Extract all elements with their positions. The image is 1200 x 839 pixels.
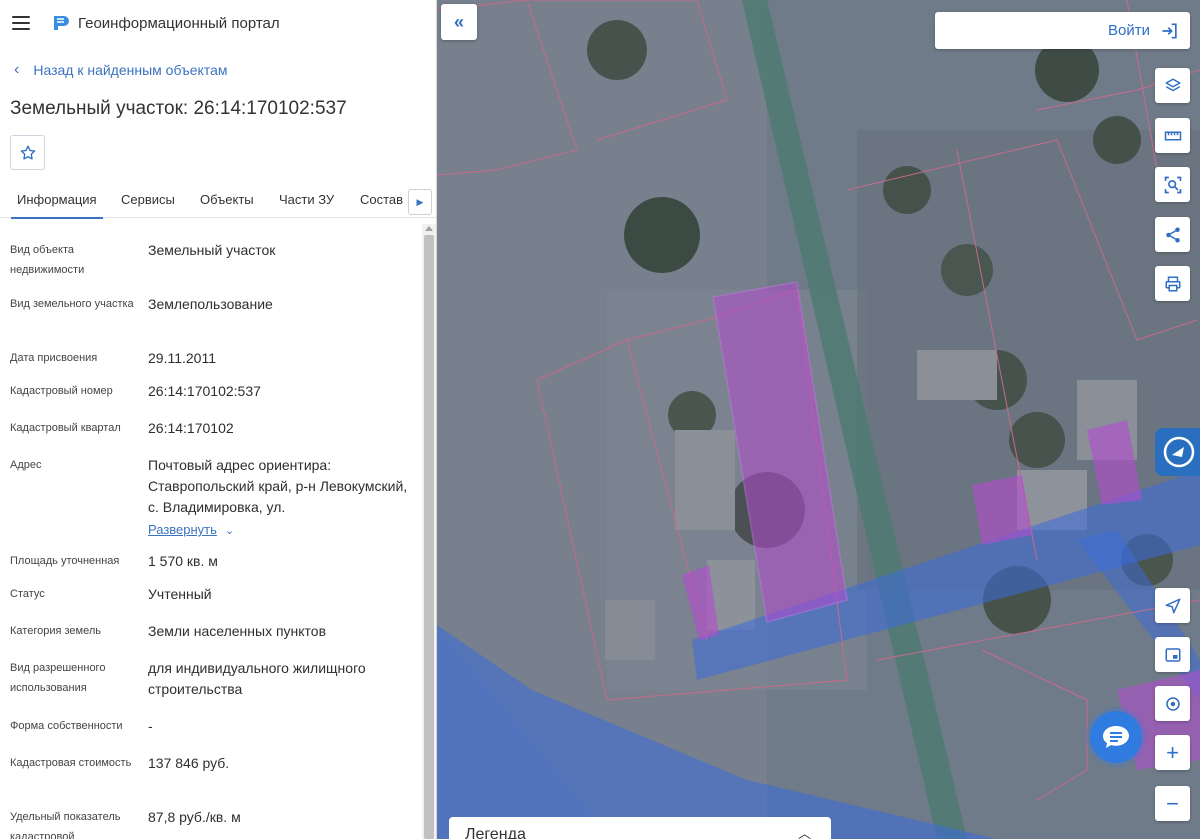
info-label: Дата присвоения: [10, 352, 98, 364]
info-label: Форма собственности: [10, 720, 123, 732]
chat-bubble-logo-icon: [1163, 436, 1195, 468]
favorite-button[interactable]: [10, 135, 45, 170]
info-label: Категория земель: [10, 625, 101, 637]
info-panel: Геоинформационный портал ‹ Назад к найде…: [0, 0, 437, 839]
login-label: Войти: [1108, 22, 1150, 39]
print-icon: [1165, 276, 1180, 291]
info-label: Вид земельного участка: [10, 298, 134, 310]
geolocation-icon: [1165, 696, 1180, 711]
login-button[interactable]: Войти: [935, 12, 1190, 49]
tab-bar: Информация Сервисы Объекты Части ЗУ Сост…: [0, 181, 436, 219]
zoom-in-button[interactable]: +: [1155, 735, 1190, 770]
area-select-icon: [1164, 176, 1181, 193]
satellite-imagery: [437, 0, 1200, 839]
info-value: 137 846 руб.: [148, 755, 230, 771]
ruler-button[interactable]: [1155, 118, 1190, 153]
back-link-label: Назад к найденным объектам: [33, 62, 228, 78]
app-title: Геоинформационный портал: [78, 14, 280, 32]
tab-info[interactable]: Информация: [11, 181, 103, 219]
tab-services[interactable]: Сервисы: [121, 181, 175, 218]
info-list: Вид объекта недвижимости Земельный участ…: [0, 224, 422, 839]
tabs-scroll-right-button[interactable]: ▶: [408, 189, 432, 215]
info-value-address: Почтовый адрес ориентира: Ставропольский…: [148, 455, 410, 542]
star-icon: [20, 145, 35, 160]
locate-arrow-icon: [1165, 598, 1180, 613]
scroll-up-arrow-icon[interactable]: [425, 226, 433, 231]
info-value: -: [148, 718, 153, 734]
share-button[interactable]: [1155, 217, 1190, 252]
legend-label: Легенда: [465, 826, 526, 839]
info-value: 1 570 кв. м: [148, 553, 218, 569]
zoom-out-icon: −: [1166, 790, 1179, 816]
triangle-right-icon: ▶: [416, 196, 424, 207]
tab-composition[interactable]: Состав: [360, 181, 403, 218]
minimap-button[interactable]: [1155, 637, 1190, 672]
zoom-out-button[interactable]: −: [1155, 786, 1190, 821]
locate-arrow-button[interactable]: [1155, 588, 1190, 623]
layers-button[interactable]: [1155, 68, 1190, 103]
ruler-icon: [1164, 131, 1181, 140]
info-label: Кадастровый номер: [10, 385, 113, 397]
info-label: Удельный показатель кадастровой: [10, 811, 121, 839]
side-widget-button[interactable]: [1155, 428, 1200, 476]
print-button[interactable]: [1155, 266, 1190, 301]
chat-icon: [1103, 726, 1129, 748]
layers-icon: [1165, 78, 1180, 91]
scrollbar-thumb[interactable]: [424, 235, 434, 839]
legend-panel[interactable]: Легенда ︿: [449, 817, 831, 839]
chevron-up-icon: ︿: [797, 826, 811, 839]
map-view[interactable]: [437, 0, 1200, 839]
info-label: Площадь уточненная: [10, 555, 120, 567]
geolocation-button[interactable]: [1155, 686, 1190, 721]
collapse-panel-button[interactable]: «: [441, 4, 477, 40]
page-title: Земельный участок: 26:14:170102:537: [10, 98, 347, 119]
menu-icon[interactable]: [12, 16, 30, 30]
info-value: 87,8 руб./кв. м: [148, 809, 241, 825]
tab-parts[interactable]: Части ЗУ: [279, 181, 334, 218]
chevron-down-icon: ⌄: [224, 525, 235, 537]
info-value: 29.11.2011: [148, 350, 216, 366]
login-icon: [1162, 23, 1177, 38]
share-icon: [1165, 227, 1180, 242]
info-value: Землепользование: [148, 296, 273, 312]
info-value: для индивидуального жилищного строительс…: [148, 660, 366, 697]
zoom-in-icon: +: [1166, 739, 1179, 765]
minimap-icon: [1165, 647, 1180, 662]
expand-link[interactable]: Развернуть ⌄: [148, 519, 234, 542]
info-label: Вид разрешенного использования: [10, 662, 106, 694]
top-bar: Геоинформационный портал: [0, 0, 436, 46]
double-chevron-left-icon: «: [453, 11, 464, 32]
info-label: Кадастровая стоимость: [10, 757, 132, 769]
expand-label: Развернуть: [148, 522, 217, 537]
info-scrollbar[interactable]: [422, 224, 436, 839]
portal-logo-icon: [54, 16, 69, 30]
info-label: Статус: [10, 588, 45, 600]
address-text: Почтовый адрес ориентира: Ставропольский…: [148, 457, 408, 515]
info-value: 26:14:170102: [148, 420, 234, 436]
back-link[interactable]: ‹ Назад к найденным объектам: [14, 61, 228, 79]
tab-objects[interactable]: Объекты: [200, 181, 254, 218]
info-label: Кадастровый квартал: [10, 422, 121, 434]
info-value: Учтенный: [148, 586, 212, 602]
info-value: Земли населенных пунктов: [148, 623, 327, 639]
info-value: Земельный участок: [148, 242, 276, 258]
area-select-button[interactable]: [1155, 167, 1190, 202]
chevron-left-icon: ‹: [14, 61, 20, 78]
info-value: 26:14:170102:537: [148, 383, 261, 399]
chat-button[interactable]: [1090, 711, 1142, 763]
info-label: Вид объекта недвижимости: [10, 244, 85, 276]
info-label: Адрес: [10, 459, 42, 471]
